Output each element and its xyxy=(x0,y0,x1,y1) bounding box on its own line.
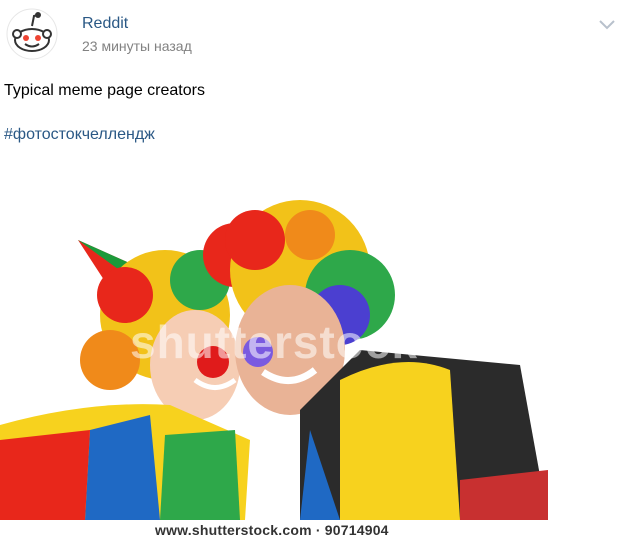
chevron-down-icon[interactable] xyxy=(597,18,617,32)
image-caption: www.shutterstock.com · 90714904 xyxy=(155,522,389,538)
post-time[interactable]: 23 минуты назад xyxy=(82,38,192,54)
post-author[interactable]: Reddit xyxy=(82,15,128,33)
hashtag-link[interactable]: #фотостокчеллендж xyxy=(4,126,155,144)
post-image[interactable] xyxy=(0,200,560,541)
post-text: Typical meme page creators xyxy=(4,82,205,99)
watermark: shutterstock xyxy=(130,316,419,368)
reddit-alien-icon xyxy=(6,8,58,60)
avatar[interactable] xyxy=(6,8,58,60)
